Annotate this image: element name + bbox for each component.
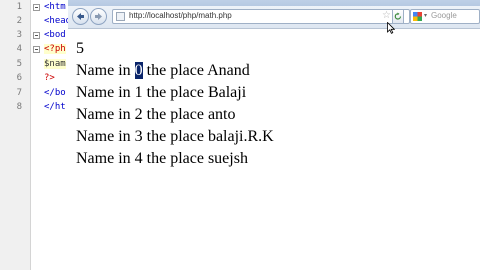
row-prefix: Name in (76, 150, 135, 167)
code-line[interactable]: <bod (44, 30, 66, 40)
list-item: Name in 1 the place Balaji (76, 84, 246, 102)
row-prefix: Name in (76, 62, 135, 79)
list-item: Name in 3 the place balaji.R.K (76, 128, 274, 146)
mouse-cursor-icon (387, 22, 395, 34)
page-content: 5 Name in 0 the place Anand Name in 1 th… (68, 29, 480, 270)
url-text[interactable]: http://localhost/php/math.php (129, 11, 232, 20)
fold-toggle-icon[interactable] (33, 32, 40, 39)
row-prefix: Name in (76, 128, 135, 145)
line-number: 5 (16, 59, 22, 69)
star-icon[interactable]: ☆ (382, 10, 391, 21)
code-line[interactable]: $nam (44, 59, 66, 69)
code-line[interactable]: </ht (44, 102, 66, 112)
navigation-toolbar: http://localhost/php/math.php ☆ ▾ ▾ Goog… (68, 6, 480, 29)
row-suffix: the place balaji.R.K (142, 128, 274, 145)
search-engine-dropdown-icon[interactable]: ▾ (424, 12, 427, 19)
line-number: 8 (16, 102, 22, 112)
forward-arrow-icon (95, 13, 102, 20)
code-line[interactable]: ?> (44, 73, 55, 83)
line-number: 2 (16, 16, 22, 26)
line-number: 1 (16, 2, 22, 12)
code-editor: 1 2 3 4 5 6 7 8 <htm <head <bod <?ph $na… (0, 0, 72, 270)
name-count: 5 (76, 40, 84, 57)
page-icon (116, 12, 125, 21)
row-index: 1 (134, 84, 143, 101)
row-suffix: the place suejsh (142, 150, 248, 167)
code-line[interactable]: <?ph (44, 44, 66, 54)
code-line[interactable]: <htm (44, 2, 66, 12)
browser-window: http://localhost/php/math.php ☆ ▾ ▾ Goog… (68, 0, 480, 270)
fold-toggle-icon[interactable] (33, 46, 40, 53)
reload-icon (394, 12, 402, 20)
back-button[interactable] (72, 8, 89, 25)
list-item: Name in 2 the place anto (76, 106, 236, 124)
search-input[interactable]: Google (431, 11, 457, 20)
row-prefix: Name in (76, 106, 135, 123)
selected-index[interactable]: 0 (134, 62, 143, 79)
row-suffix: the place anto (142, 106, 236, 123)
search-box[interactable]: ▾ Google (410, 9, 480, 24)
row-prefix: Name in (76, 84, 135, 101)
google-icon (413, 12, 422, 21)
row-index: 3 (134, 128, 143, 145)
line-number-gutter: 1 2 3 4 5 6 7 8 (0, 0, 31, 270)
forward-button[interactable] (90, 8, 107, 25)
line-number: 7 (16, 88, 22, 98)
line-number: 3 (16, 30, 22, 40)
row-suffix: the place Anand (142, 62, 250, 79)
list-item: Name in 4 the place suejsh (76, 150, 248, 168)
address-bar[interactable]: http://localhost/php/math.php ☆ ▾ (112, 9, 410, 24)
line-number: 4 (16, 44, 22, 54)
line-number: 6 (16, 73, 22, 83)
row-index: 2 (134, 106, 143, 123)
fold-toggle-icon[interactable] (33, 4, 40, 11)
row-suffix: the place Balaji (142, 84, 247, 101)
back-arrow-icon (77, 13, 84, 20)
code-line[interactable]: </bo (44, 88, 66, 98)
row-index: 4 (134, 150, 143, 167)
list-item: Name in 0 the place Anand (76, 62, 250, 80)
